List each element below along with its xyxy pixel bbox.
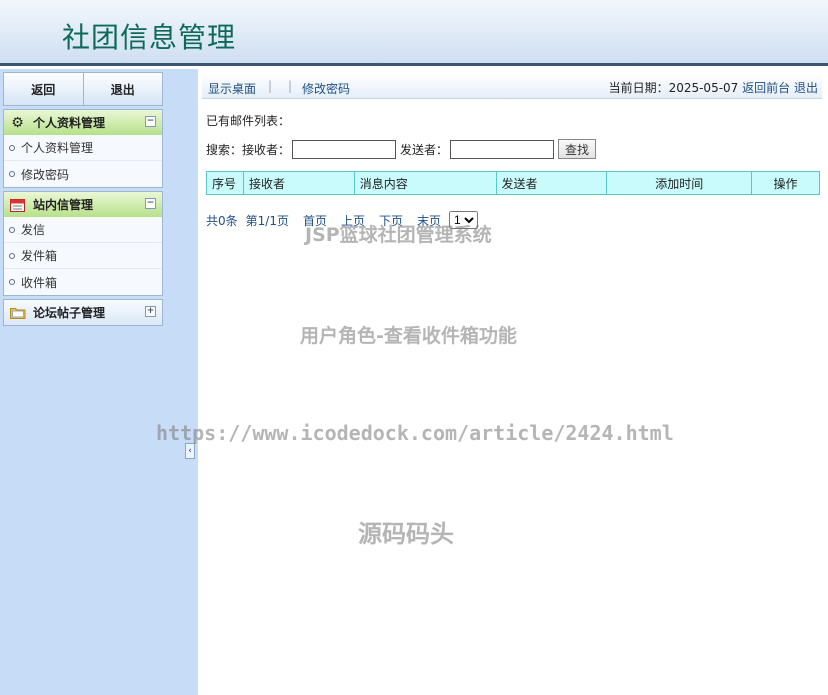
sidebar-group-header-messages[interactable]: 站内信管理 − [4,192,162,217]
show-desktop-link[interactable]: 显示桌面 [208,80,256,97]
column-header-add-time: 添加时间 [606,171,753,195]
bullet-icon [9,279,15,285]
find-button[interactable]: 查找 [558,139,597,159]
column-header-actions: 操作 [751,171,820,195]
separator: | [288,79,293,93]
sidebar-group-header-forum[interactable]: 论坛帖子管理 + [4,300,162,325]
column-header-receiver: 接收者 [242,171,355,195]
sender-input[interactable] [450,139,555,159]
date-label: 当前日期：2025-05-07 [608,81,739,95]
mail-table: 序号 接收者 消息内容 发送者 添加时间 操作 [206,171,820,195]
search-label: 搜索： [206,142,243,157]
watermark-brand: 源码码头 [358,520,454,548]
table-header-row: 序号 接收者 消息内容 发送者 添加时间 操作 [206,171,820,195]
sidebar-item-label: 修改密码 [21,167,70,182]
mail-list-label: 已有邮件列表： [206,114,291,128]
sidebar-item-inbox[interactable]: 收件箱 [4,269,162,295]
sidebar-item-send[interactable]: 发信 [4,217,162,243]
separator: | [268,79,273,93]
sidebar-group-messages: 站内信管理 − 发信 发件箱 收件箱 [3,191,163,296]
sidebar: 返回 退出 ⚙ 个人资料管理 − 个人资料管理 修改密码 站内信管理 − 发信 … [0,69,198,695]
watermark-url: https://www.icodedock.com/article/2424.h… [156,421,674,445]
bullet-icon [9,171,15,177]
sidebar-item-change-password[interactable]: 修改密码 [4,161,162,187]
group-title: 论坛帖子管理 [33,306,106,320]
sidebar-item-outbox[interactable]: 发件箱 [4,243,162,269]
sender-label: 发送者： [400,142,449,157]
sidebar-collapse-handle[interactable]: ‹ [185,443,195,459]
sidebar-item-label: 发件箱 [21,249,58,263]
column-header-content: 消息内容 [353,171,497,195]
group-title: 个人资料管理 [33,116,106,130]
app-title: 社团信息管理 [62,21,237,54]
topbar-logout-link[interactable]: 退出 [794,81,818,95]
collapse-toggle-icon[interactable]: − [145,116,156,127]
expand-toggle-icon[interactable]: + [145,306,156,317]
group-title: 站内信管理 [33,198,94,212]
sidebar-group-profile: ⚙ 个人资料管理 − 个人资料管理 修改密码 [3,109,163,188]
search-bar: 搜索： 接收者： 发送者： 查找 [206,139,597,159]
watermark-title: JSP篮球社团管理系统 [305,224,492,246]
main-panel: 显示桌面 | | 修改密码 当前日期：2025-05-07 返回前台 退出 已有… [198,69,828,695]
gear-icon: ⚙ [11,114,24,131]
page-indicator: 第1/1页 [245,213,289,228]
app-header: 社团信息管理 [0,0,828,66]
bullet-icon [9,226,15,233]
calendar-icon [9,196,26,213]
sidebar-button-bar: 返回 退出 [3,72,163,106]
bullet-icon [9,144,15,151]
back-button[interactable]: 返回 [4,73,84,105]
sidebar-group-forum: 论坛帖子管理 + [3,299,163,326]
current-date: 当前日期：2025-05-07 返回前台 退出 [609,79,818,96]
sidebar-group-header-profile[interactable]: ⚙ 个人资料管理 − [4,110,162,135]
change-password-link[interactable]: 修改密码 [302,80,350,97]
logout-button[interactable]: 退出 [83,73,162,105]
receiver-input[interactable] [292,139,397,159]
sidebar-item-profile[interactable]: 个人资料管理 [4,135,162,161]
bullet-icon [9,252,15,259]
sidebar-item-label: 收件箱 [21,275,58,290]
sidebar-item-label: 个人资料管理 [21,141,94,155]
column-header-index: 序号 [206,171,244,195]
back-to-frontend-link[interactable]: 返回前台 [742,81,790,95]
folder-icon [9,304,26,321]
column-header-sender: 发送者 [495,171,608,195]
main-topbar: 显示桌面 | | 修改密码 当前日期：2025-05-07 返回前台 退出 [202,73,822,99]
total-count: 共0条 [206,213,238,228]
collapse-toggle-icon[interactable]: − [145,198,156,209]
watermark-subtitle: 用户角色-查看收件箱功能 [300,325,517,347]
receiver-label: 接收者： [242,142,291,157]
sidebar-item-label: 发信 [21,223,46,237]
